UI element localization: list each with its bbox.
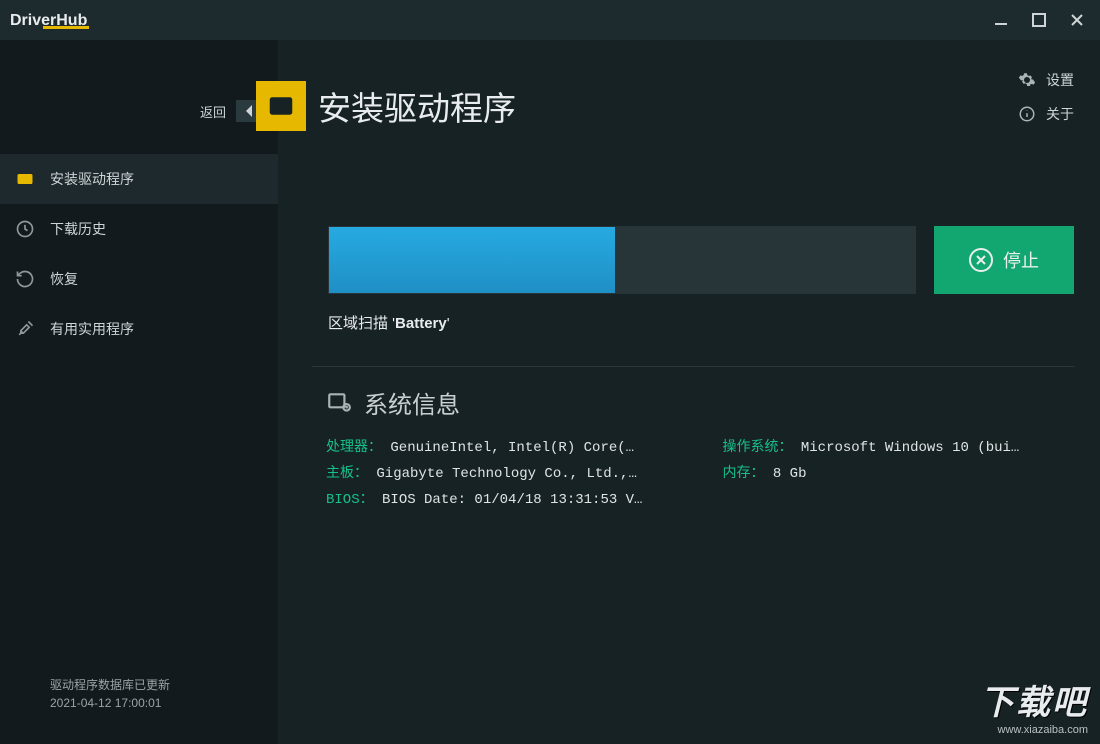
- back-label: 返回: [200, 102, 226, 121]
- db-status: 驱动程序数据库已更新 2021-04-12 17:00:01: [0, 676, 278, 744]
- sidebar-item-label: 安装驱动程序: [50, 169, 134, 189]
- os-row: 操作系统： Microsoft Windows 10 (bui…: [722, 436, 1019, 462]
- db-status-line2: 2021-04-12 17:00:01: [50, 694, 278, 712]
- system-info-title: 系统信息: [364, 385, 460, 420]
- maximize-button[interactable]: [1028, 9, 1050, 31]
- sidebar-item-install-drivers[interactable]: 安装驱动程序: [0, 154, 278, 204]
- settings-link[interactable]: 设置: [1018, 70, 1074, 90]
- sidebar-item-restore[interactable]: 恢复: [0, 254, 278, 304]
- mb-row: 主板： Gigabyte Technology Co., Ltd.,…: [326, 462, 642, 488]
- scan-status: 区域扫描 'Battery': [328, 312, 450, 333]
- scan-progress-fill: [329, 227, 615, 293]
- app-brand: DriverHub: [10, 12, 89, 29]
- scan-prefix: 区域扫描 ': [328, 315, 395, 332]
- info-icon: [1018, 105, 1036, 123]
- close-circle-icon: [969, 248, 993, 272]
- bios-row: BIOS： BIOS Date: 01/04/18 13:31:53 V…: [326, 488, 642, 514]
- gear-icon: [1018, 71, 1036, 89]
- db-status-line1: 驱动程序数据库已更新: [50, 676, 278, 694]
- sidebar-item-download-history[interactable]: 下载历史: [0, 204, 278, 254]
- watermark-big: 下载吧: [980, 675, 1088, 724]
- about-link[interactable]: 关于: [1018, 104, 1074, 124]
- tools-icon: [14, 318, 36, 340]
- cpu-row: 处理器： GenuineIntel, Intel(R) Core(…: [326, 436, 642, 462]
- sidebar-item-utilities[interactable]: 有用实用程序: [0, 304, 278, 354]
- system-info-icon: [326, 390, 352, 416]
- sidebar-item-label: 下载历史: [50, 219, 106, 239]
- settings-label: 设置: [1046, 70, 1074, 90]
- watermark-url: www.xiazaiba.com: [980, 724, 1088, 736]
- stop-button[interactable]: 停止: [934, 226, 1074, 294]
- watermark: 下载吧 www.xiazaiba.com: [980, 675, 1088, 736]
- about-label: 关于: [1046, 104, 1074, 124]
- restore-icon: [14, 268, 36, 290]
- scan-suffix: ': [447, 315, 450, 332]
- close-button[interactable]: [1066, 9, 1088, 31]
- clock-icon: [14, 218, 36, 240]
- mem-row: 内存： 8 Gb: [722, 462, 1019, 488]
- sidebar-item-label: 有用实用程序: [50, 319, 134, 339]
- page-title: 安装驱动程序: [318, 82, 516, 130]
- stop-label: 停止: [1003, 247, 1039, 273]
- back-button[interactable]: 返回: [200, 100, 264, 122]
- page-icon: [256, 81, 306, 131]
- minimize-button[interactable]: [990, 9, 1012, 31]
- scan-progress: [328, 226, 916, 294]
- drive-icon: [14, 168, 36, 190]
- scan-target: Battery: [395, 315, 447, 332]
- sidebar-item-label: 恢复: [50, 269, 78, 289]
